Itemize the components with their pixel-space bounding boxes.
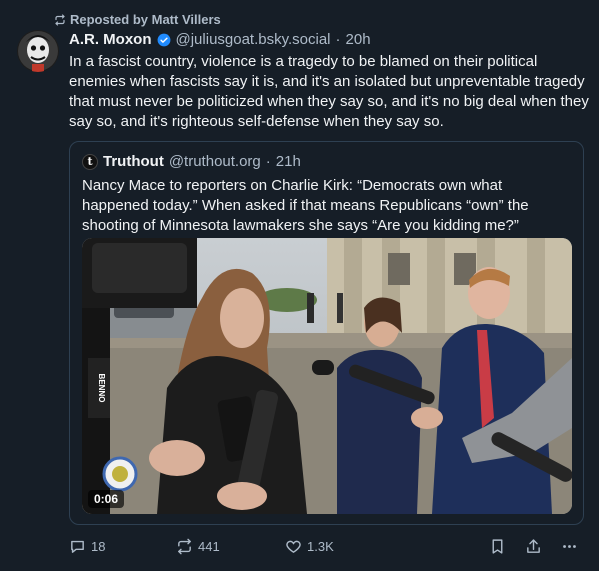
- repost-icon: [55, 13, 65, 26]
- share-button[interactable]: [525, 536, 542, 556]
- like-button[interactable]: 1.3K: [285, 536, 334, 556]
- share-icon: [527, 538, 540, 553]
- repost-button[interactable]: 441: [176, 536, 220, 556]
- repost-icon: [178, 538, 191, 554]
- quote-time: 21h: [275, 153, 301, 170]
- quote-author-handle: @truthout.org: [168, 153, 261, 170]
- bookmark-icon: [492, 538, 503, 554]
- post-actions: 18 441 1.3K: [69, 536, 589, 556]
- author-handle[interactable]: @juliusgoat.bsky.social: [176, 31, 331, 48]
- verified-badge-icon: [157, 33, 170, 46]
- quote-header: t Truthout @truthout.org · 21h: [82, 153, 301, 170]
- heart-icon: [286, 540, 301, 553]
- repost-indicator[interactable]: Reposted by Matt Villers: [54, 12, 221, 27]
- video-player[interactable]: BENNO 0:06: [82, 238, 572, 514]
- author-name[interactable]: A.R. Moxon: [69, 31, 152, 48]
- quote-text: Nancy Mace to reporters on Charlie Kirk:…: [82, 177, 529, 234]
- quoted-post[interactable]: t Truthout @truthout.org · 21h Nancy Mac…: [69, 141, 584, 525]
- post-text: In a fascist country, violence is a trag…: [69, 53, 589, 130]
- reply-icon: [71, 540, 84, 553]
- author-avatar[interactable]: [17, 30, 59, 72]
- separator-dot: ·: [265, 153, 271, 170]
- repost-count: 441: [198, 538, 220, 554]
- video-duration: 0:06: [88, 490, 125, 508]
- repost-label: Reposted by Matt Villers: [70, 12, 221, 27]
- bookmark-button[interactable]: [489, 536, 506, 556]
- reply-button[interactable]: 18: [69, 536, 105, 556]
- video-frame: BENNO: [82, 238, 572, 514]
- separator-dot: ·: [335, 31, 341, 48]
- post-header: A.R. Moxon @juliusgoat.bsky.social · 20h: [69, 31, 371, 48]
- post-time[interactable]: 20h: [346, 31, 371, 48]
- quote-avatar: t: [82, 153, 98, 170]
- more-options-button[interactable]: [561, 536, 578, 556]
- reply-count: 18: [91, 538, 106, 554]
- quote-author-name: Truthout: [103, 153, 164, 170]
- mic-flag-label: BENNO: [97, 374, 106, 403]
- like-count: 1.3K: [307, 538, 334, 554]
- more-icon: [563, 544, 576, 548]
